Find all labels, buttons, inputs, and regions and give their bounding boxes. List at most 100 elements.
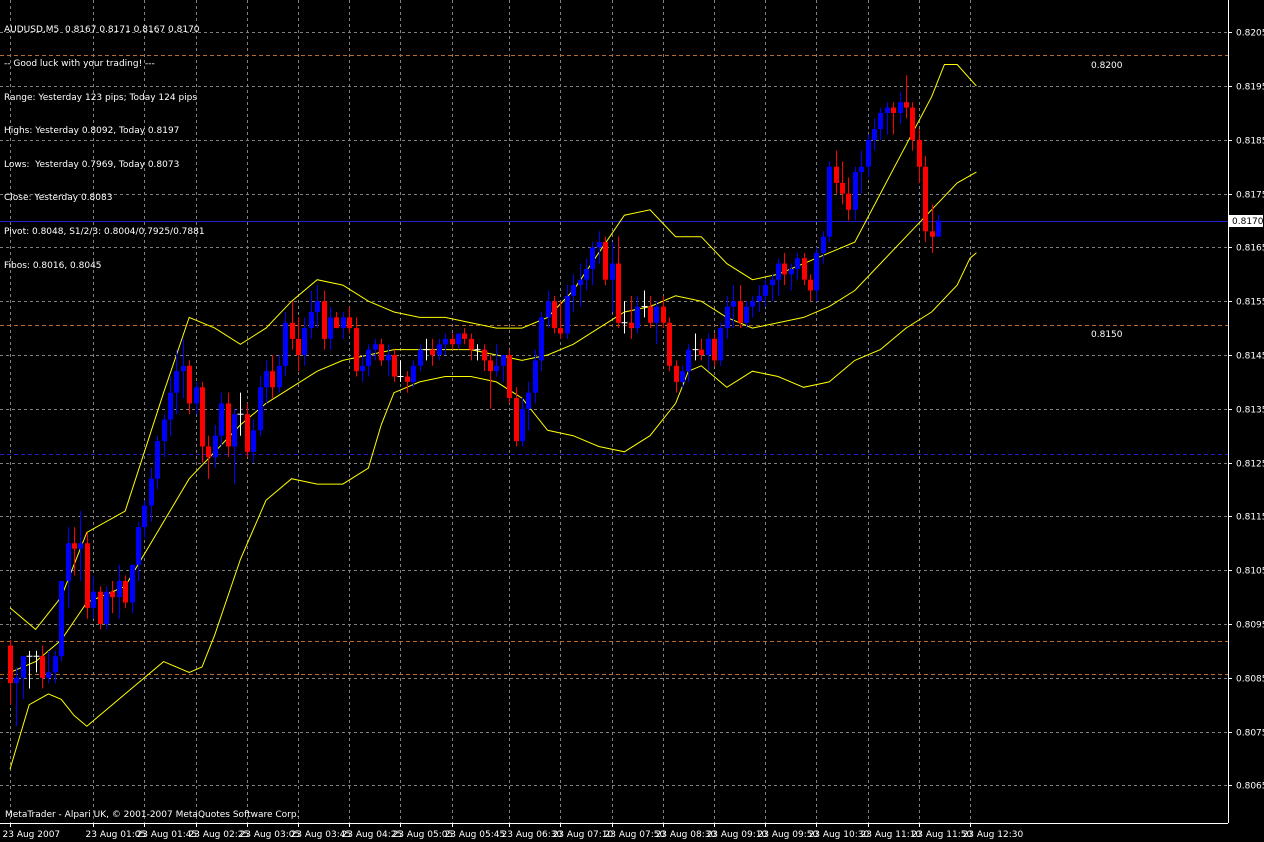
candle-body — [731, 301, 736, 307]
candle-body — [136, 527, 141, 565]
x-tick-label: 23 Aug 05:45 — [445, 830, 506, 840]
candle-body — [315, 301, 320, 312]
candle-body — [507, 355, 512, 399]
candle-body — [546, 301, 551, 318]
candle-body — [584, 268, 589, 280]
info-panel: AUDUSD,M5 0.8167 0.8171 0.8167 0.8170 --… — [4, 3, 205, 283]
candle-body — [904, 102, 909, 108]
y-tick-label: 0.8165 — [1236, 244, 1264, 254]
candle-body — [898, 102, 903, 113]
candle-body — [290, 322, 295, 339]
candle-body — [610, 263, 615, 280]
candle-body — [565, 295, 570, 334]
candle-body — [667, 322, 672, 366]
candle-body — [827, 166, 832, 237]
candle-body — [558, 328, 563, 334]
candle-body — [206, 446, 211, 458]
candle-body — [200, 387, 205, 447]
candle-body — [795, 258, 800, 269]
candle-body — [712, 338, 717, 361]
candle-body — [757, 295, 762, 302]
info-line-greeting: -- Good luck with your trading! --- — [4, 59, 155, 70]
candle-body — [91, 591, 96, 608]
candle-body — [405, 376, 410, 382]
candle-body — [443, 338, 448, 345]
candle-body — [802, 258, 807, 280]
candle-body — [328, 317, 333, 339]
candle-body — [674, 365, 679, 382]
candle-body — [187, 365, 192, 404]
candle-body — [699, 349, 704, 356]
candle-body — [501, 355, 506, 366]
candle-body — [174, 371, 179, 393]
candle-body — [162, 419, 167, 442]
y-tick-label: 0.8175 — [1236, 191, 1264, 201]
candle-body — [226, 403, 231, 447]
candle-body — [354, 328, 359, 372]
candle-body — [155, 441, 160, 479]
candle-body — [149, 478, 154, 506]
y-tick-label: 0.8145 — [1236, 352, 1264, 362]
candle-body — [270, 371, 275, 388]
info-line-range: Range: Yesterday 123 pips; Today 124 pip… — [4, 92, 198, 103]
candle-body — [110, 591, 115, 598]
candle-body — [232, 414, 237, 447]
y-tick-label: 0.8135 — [1236, 406, 1264, 416]
candle-body — [245, 414, 250, 452]
candle-body — [770, 279, 775, 286]
y-tick-label: 0.8205 — [1236, 29, 1264, 39]
candle-body — [661, 306, 666, 323]
x-tick-label: 23 Aug 12:30 — [963, 830, 1024, 840]
candle-body — [789, 268, 794, 275]
candle-body — [539, 317, 544, 361]
candle-body — [488, 360, 493, 372]
candle-body — [680, 371, 685, 382]
candle-body — [8, 645, 13, 684]
candle-body — [917, 139, 922, 167]
info-line-close: Close: Yesterday 0.8083 — [4, 193, 113, 204]
candle-body — [706, 338, 711, 356]
candle-body — [750, 301, 755, 307]
candle-body — [360, 365, 365, 372]
y-tick-label: 0.8105 — [1236, 567, 1264, 577]
candle-body — [635, 306, 640, 329]
current-price-label: 0.8170 — [1232, 217, 1264, 227]
candle-body — [514, 398, 519, 442]
candle-body — [533, 360, 538, 393]
candle-body — [552, 301, 557, 329]
candle-body — [392, 355, 397, 377]
candle-body — [53, 656, 58, 673]
candle-body — [450, 338, 455, 345]
candle-body — [194, 387, 199, 404]
candle-body — [648, 306, 653, 323]
candle-body — [840, 182, 845, 194]
candle-body — [309, 311, 314, 329]
candle-body — [930, 231, 935, 237]
copyright-footer: MetaTrader - Alpari UK, © 2001-2007 Meta… — [5, 810, 300, 820]
candle-body — [814, 252, 819, 291]
candle-body — [430, 349, 435, 356]
candle-body — [142, 505, 147, 528]
candle-body — [571, 285, 576, 296]
candle-body — [40, 656, 45, 678]
info-line-pivot: Pivot: 0.8048, S1/2/3: 0.8004/0.7925/0.7… — [4, 227, 205, 238]
y-tick-label: 0.8125 — [1236, 460, 1264, 470]
candle-body — [578, 279, 583, 286]
candle-body — [219, 403, 224, 436]
candle-body — [885, 107, 890, 113]
candle-body — [277, 365, 282, 388]
y-tick-label: 0.8065 — [1236, 782, 1264, 792]
candle-body — [411, 365, 416, 382]
info-line-fibos: Fibos: 0.8016, 0.8045 — [4, 260, 102, 271]
candle-body — [264, 371, 269, 388]
candle-body — [72, 543, 77, 549]
candle-body — [872, 129, 877, 140]
info-line-lows: Lows: Yesterday 0.7969, Today 0.8073 — [4, 159, 180, 170]
candle-body — [462, 333, 467, 339]
symbol-quote-line: AUDUSD,M5 0.8167 0.8171 0.8167 0.8170 — [4, 25, 200, 36]
candle-body — [456, 333, 461, 345]
candle-body — [834, 166, 839, 183]
y-tick-label: 0.8085 — [1236, 675, 1264, 685]
candle-body — [597, 242, 602, 248]
candle-body — [469, 338, 474, 350]
